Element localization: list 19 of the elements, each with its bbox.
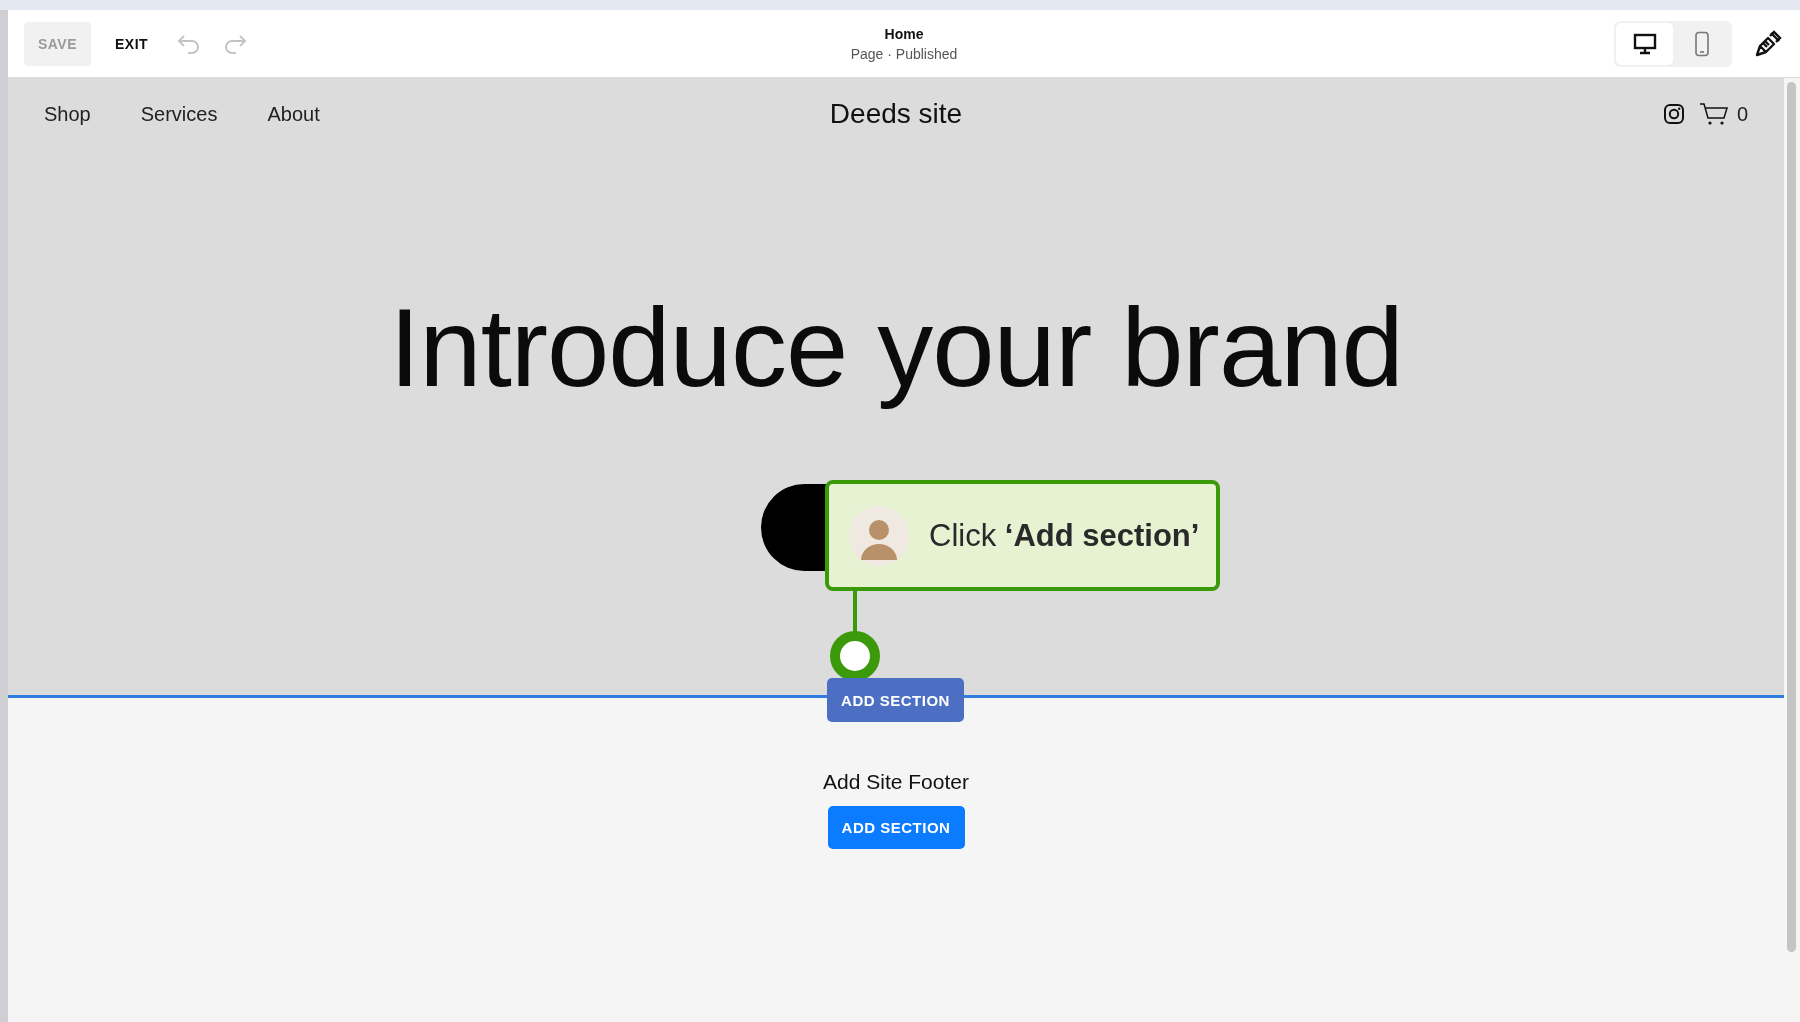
hero-headline: Introduce your brand [388, 284, 1404, 412]
tooltip-text: Click ‘Add section’ [929, 517, 1200, 554]
cart-count: 0 [1736, 102, 1748, 126]
footer-heading: Add Site Footer [823, 770, 969, 794]
nav-link[interactable]: About [267, 102, 320, 126]
cart-icon[interactable] [1698, 102, 1729, 126]
desktop-view-icon[interactable] [1616, 22, 1673, 65]
site-title[interactable]: Deeds site [829, 98, 963, 130]
page-title: Home [883, 24, 925, 44]
nav-link[interactable]: Shop [44, 102, 91, 126]
page-status: Page · Published [850, 44, 958, 64]
avatar-placeholder [849, 505, 909, 566]
instagram-icon[interactable] [1662, 103, 1685, 125]
nav-link[interactable]: Services [140, 102, 218, 126]
add-section-button[interactable]: ADD SECTION [827, 678, 964, 722]
exit-button[interactable]: EXIT [103, 25, 161, 62]
target-marker [830, 631, 880, 681]
add-section-button[interactable]: ADD SECTION [827, 806, 965, 849]
scrollbar[interactable] [1787, 82, 1796, 952]
